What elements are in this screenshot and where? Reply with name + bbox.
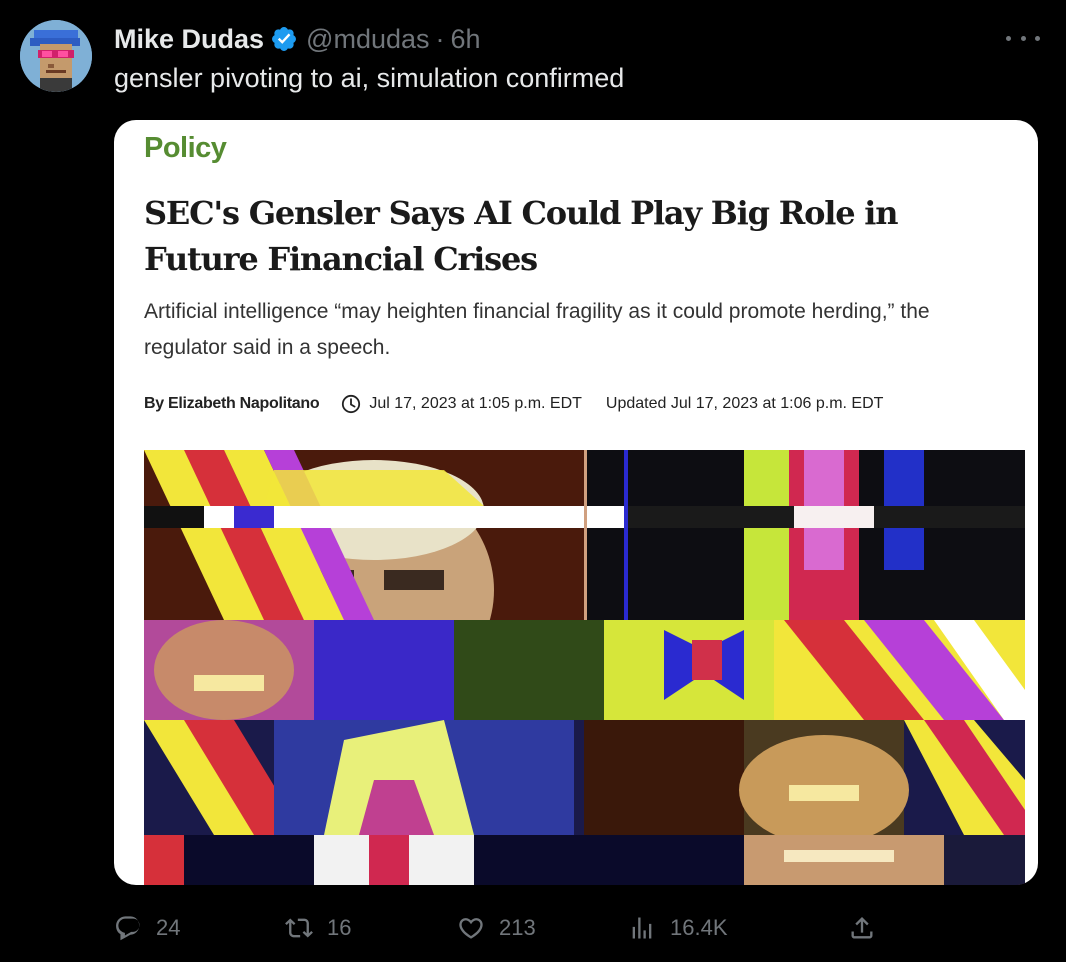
article-published-date: Jul 17, 2023 at 1:05 p.m. EDT (369, 395, 582, 412)
author-avatar[interactable] (20, 20, 92, 92)
clock-icon (342, 394, 361, 414)
like-button[interactable]: 213 (457, 908, 536, 948)
reply-button[interactable]: 24 (114, 908, 180, 948)
views-button[interactable]: 16.4K (628, 908, 728, 948)
glitch-portrait-image (144, 450, 1025, 885)
article-image (144, 450, 1025, 885)
views-chart-icon (632, 917, 652, 939)
repost-button[interactable]: 16 (285, 908, 351, 948)
avatar-image (20, 20, 92, 92)
author-handle[interactable]: @mdudas (306, 24, 429, 55)
tweet-timestamp[interactable]: 6h (451, 24, 481, 55)
more-options-icon[interactable] (1006, 26, 1040, 50)
article-headline: SEC's Gensler Says AI Could Play Big Rol… (144, 194, 899, 278)
view-count: 16.4K (670, 915, 728, 940)
reply-count: 24 (156, 915, 181, 940)
tweet-actions: 24 16 213 16.4K (114, 908, 1034, 948)
heart-icon (459, 918, 483, 939)
tweet-text: gensler pivoting to ai, simulation confi… (114, 63, 625, 93)
link-preview-card[interactable]: Policy SEC's Gensler Says AI Could Play … (114, 120, 1038, 885)
article-updated-date: Updated Jul 17, 2023 at 1:06 p.m. EDT (605, 395, 884, 412)
repost-count: 16 (327, 915, 352, 940)
author-name[interactable]: Mike Dudas (114, 24, 264, 55)
article-category: Policy (144, 132, 227, 164)
share-button[interactable] (848, 908, 876, 948)
reply-icon (116, 916, 140, 941)
tweet-header: Mike Dudas @mdudas · 6h (114, 22, 481, 56)
tweet[interactable]: Mike Dudas @mdudas · 6h gensler pivoting… (0, 0, 1066, 962)
article-meta: By Elizabeth Napolitano Jul 17, 2023 at … (144, 392, 883, 416)
repost-icon (285, 918, 313, 938)
article-summary: Artificial intelligence “may heighten fi… (144, 300, 930, 359)
header-separator: · (435, 23, 445, 54)
like-count: 213 (499, 915, 536, 940)
share-icon (851, 917, 873, 939)
verified-badge-icon[interactable] (270, 25, 298, 53)
article-byline: By Elizabeth Napolitano (144, 395, 320, 412)
